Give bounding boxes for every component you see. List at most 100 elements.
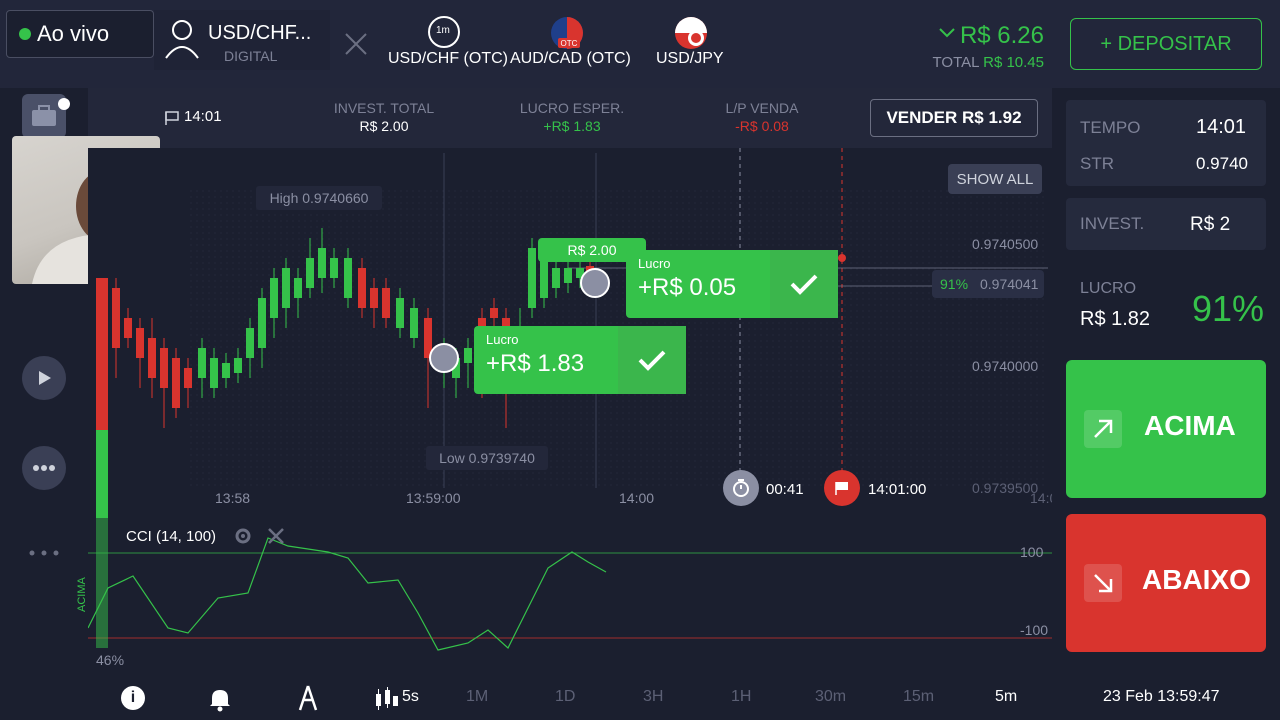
arrow-up-right-icon <box>1084 410 1122 448</box>
balance-value[interactable]: R$ 6.26 <box>960 22 1044 50</box>
candle-body <box>490 308 498 318</box>
sell-button[interactable]: VENDER R$ 1.92 <box>870 99 1038 137</box>
profit-label: Lucro <box>638 256 671 271</box>
play-video-icon[interactable] <box>22 356 66 400</box>
time-label: 13:58 <box>215 490 251 506</box>
candle-body <box>184 368 192 388</box>
timeframe-1H[interactable]: 1H <box>731 688 751 706</box>
profit-label: Lucro <box>486 332 519 347</box>
invest-selector[interactable]: INVEST. R$ 2 <box>1066 198 1266 250</box>
server-datetime: 23 Feb 13:59:47 <box>1103 688 1220 705</box>
time-label: TEMPO <box>1080 118 1141 137</box>
bell-icon[interactable] <box>208 686 232 712</box>
profit-popup[interactable]: Lucro +R$ 0.05 <box>626 250 838 318</box>
timer-icon: 1m <box>428 16 460 48</box>
asset-tab-usdjpy[interactable]: USD/JPY <box>630 14 752 76</box>
candle-body <box>112 288 120 348</box>
time-label: 13:59:00 <box>406 490 461 506</box>
time-selector[interactable]: TEMPO 14:01 STR 0.9740 <box>1066 100 1266 186</box>
total-value: R$ 10.45 <box>983 54 1044 71</box>
timeframe-5m[interactable]: 5m <box>995 688 1017 706</box>
candle-body <box>258 298 266 348</box>
candle-body <box>370 288 378 308</box>
deal-flag-marker <box>580 268 610 298</box>
timeframe-1D[interactable]: 1D <box>555 688 575 706</box>
asset-tab-usdchf-otc[interactable]: 1m USD/CHF (OTC) <box>384 14 508 76</box>
expiry-marker <box>838 254 846 262</box>
side-red-bar <box>96 278 108 430</box>
candle-body <box>210 358 218 388</box>
arrow-down-right-icon <box>1084 564 1122 602</box>
timer-value: 00:41 <box>766 481 804 498</box>
candle-body <box>282 268 290 308</box>
usa-japan-flag-icon <box>675 17 707 49</box>
tab-label: USD/JPY <box>656 50 724 67</box>
timeframe-1M[interactable]: 1M <box>466 688 488 706</box>
more-icon[interactable] <box>28 544 60 556</box>
put-button[interactable]: ABAIXO <box>1066 514 1266 652</box>
tab-sublabel: DIGITAL <box>224 48 278 64</box>
candle-body <box>246 328 254 358</box>
invest-value: R$ 2 <box>1190 214 1231 235</box>
check-icon <box>618 326 686 394</box>
current-price-badge: 91% 0.974041 <box>932 270 1044 298</box>
live-label: Ao vivo <box>37 21 110 46</box>
price-level-label: 0.9739500 <box>972 480 1039 496</box>
tab-label: USD/CHF... <box>208 22 312 44</box>
profit-label: LUCRO <box>1080 280 1137 297</box>
cci-label: CCI (14, 100) <box>126 528 217 545</box>
tab-label: USD/CHF (OTC) <box>388 50 508 67</box>
expected-profit: LUCRO ESPER. +R$ 1.83 <box>519 100 625 134</box>
timeframe-30m[interactable]: 30m <box>815 688 846 706</box>
cci-line <box>88 537 607 651</box>
candle-body <box>172 358 180 408</box>
profit-popup[interactable]: Lucro +R$ 1.83 <box>474 326 686 394</box>
close-icon[interactable] <box>342 30 370 58</box>
high-label: High 0.9740660 <box>256 186 382 210</box>
profit-value: +R$ 1.83 <box>486 350 585 377</box>
sentiment-percent: 46% <box>96 652 125 668</box>
profit-percent: 91% <box>1192 288 1265 329</box>
invest-label: INVEST. <box>1080 214 1145 233</box>
candle-body <box>528 248 536 308</box>
live-status-dot <box>19 28 31 40</box>
expiry-time: 14:01 <box>184 108 222 125</box>
deposit-button[interactable]: + DEPOSITAR <box>1070 18 1262 70</box>
sell-pl: L/P VENDA -R$ 0.08 <box>725 100 799 134</box>
drawing-tool-icon[interactable] <box>296 684 320 712</box>
total-label: TOTAL <box>932 54 979 71</box>
call-button[interactable]: ACIMA <box>1066 360 1266 498</box>
expiry-time-value: 14:01:00 <box>868 481 927 498</box>
candle-body <box>148 338 156 378</box>
timeframe-3H[interactable]: 3H <box>643 688 663 706</box>
show-all-button[interactable]: SHOW ALL <box>948 164 1042 194</box>
put-label: ABAIXO <box>1142 564 1251 595</box>
finish-flag-icon <box>824 470 860 506</box>
timeframe-5s[interactable]: 5s <box>402 688 419 706</box>
close-icon[interactable] <box>266 526 286 546</box>
finish-flag-icon <box>165 111 179 125</box>
price-level-label: 0.9740000 <box>972 358 1039 374</box>
tab-label: AUD/CAD (OTC) <box>510 50 631 67</box>
top-bar: Ao vivo USD/CHF... DIGITAL 1m USD/CHF (O… <box>0 0 1280 88</box>
chevron-down-icon[interactable] <box>938 26 956 40</box>
profit-value: +R$ 0.05 <box>638 274 737 301</box>
cci-level-bottom: -100 <box>1020 622 1049 638</box>
candle-body <box>124 318 132 338</box>
chat-icon[interactable] <box>22 446 66 490</box>
candle-body <box>318 248 326 278</box>
candle-body <box>344 258 352 298</box>
balance-total: TOTAL R$ 10.45 <box>933 54 1044 71</box>
candles-icon[interactable] <box>372 686 400 712</box>
info-icon[interactable]: i <box>121 686 145 710</box>
live-account-selector[interactable]: Ao vivo <box>6 10 154 58</box>
timeframe-15m[interactable]: 15m <box>903 688 934 706</box>
asset-tab-usdchf-digital[interactable]: USD/CHF... DIGITAL <box>154 10 330 70</box>
gear-icon[interactable] <box>232 525 254 547</box>
candle-body <box>396 298 404 328</box>
candle-body <box>306 258 314 288</box>
candle-body <box>410 308 418 338</box>
user-icon <box>165 20 199 59</box>
notification-dot <box>58 98 70 110</box>
asset-tab-audcad-otc[interactable]: OTC AUD/CAD (OTC) <box>508 14 631 76</box>
